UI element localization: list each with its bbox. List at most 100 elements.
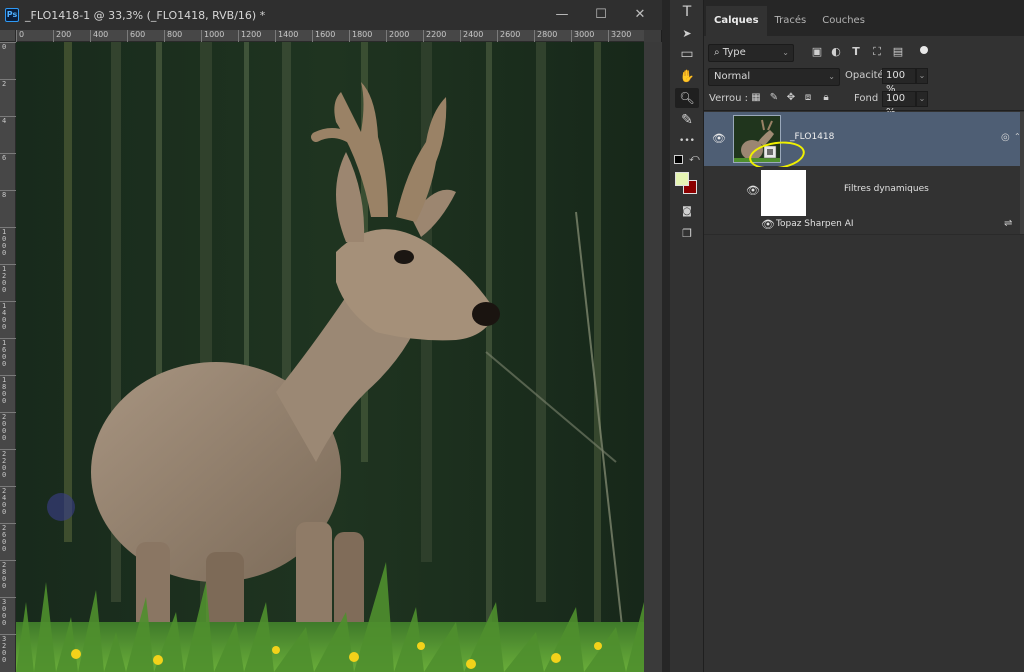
ruler-tick: 0 — [0, 42, 16, 51]
lock-all-icon[interactable]: 🔒︎ — [819, 91, 833, 105]
ruler-tick: 2400 — [460, 30, 483, 42]
ruler-tick: 400 — [90, 30, 108, 42]
layers-empty-area — [704, 234, 1024, 672]
ruler-tick: 2 — [0, 79, 16, 88]
opacity-dropdown[interactable]: ⌄ — [916, 68, 928, 84]
ruler-tick: 3200 — [608, 30, 631, 42]
adjustment-layer-filter-icon[interactable]: ◐ — [829, 45, 843, 59]
swap-colors-icon[interactable]: ⤺ — [689, 153, 700, 164]
ruler-tick: 2600 — [0, 523, 16, 553]
ruler-tick: 1000 — [201, 30, 224, 42]
filter-item-row[interactable]: 👁︎ Topaz Sharpen AI ⇌ — [704, 217, 1020, 233]
pixel-layer-filter-icon[interactable]: ▣ — [810, 45, 824, 59]
foreground-color-swatch[interactable] — [675, 172, 689, 186]
horizontal-ruler[interactable]: 0 200 400 600 800 1000 1200 1400 1600 1800 2000 220… — [16, 30, 644, 42]
hand-tool-icon[interactable]: ✋ — [675, 66, 699, 86]
panel-tabs: Calques Tracés Couches — [704, 0, 1024, 36]
ruler-tick: 2800 — [534, 30, 557, 42]
smart-filter-indicator-icon: ◎ — [1001, 132, 1010, 143]
layers-panel: Calques Tracés Couches ⌕ Type ⌄ ▣ ◐ T ⛶ … — [704, 0, 1024, 672]
fill-input[interactable]: 100 % — [882, 91, 916, 118]
ruler-tick: 1800 — [0, 375, 16, 405]
blend-mode-value: Normal — [714, 71, 751, 82]
ruler-tick: 8 — [0, 190, 16, 199]
edit-toolbar-icon[interactable]: ✎ — [675, 110, 699, 130]
maximize-button[interactable]: ☐ — [593, 7, 609, 23]
tab-calques[interactable]: Calques — [706, 6, 767, 36]
panel-divider — [662, 0, 670, 672]
ruler-tick: 4 — [0, 116, 16, 125]
ruler-tick: 6 — [0, 153, 16, 162]
ruler-tick: 3000 — [0, 597, 16, 627]
ruler-tick: 2800 — [0, 560, 16, 590]
smart-filters-row[interactable]: 👁︎ Filtres dynamiques — [704, 167, 1020, 217]
ruler-tick: 1000 — [0, 227, 16, 257]
chevron-down-icon: ⌄ — [782, 48, 789, 57]
ruler-tick: 1400 — [275, 30, 298, 42]
filter-type-select[interactable]: ⌕ Type ⌄ — [708, 44, 794, 62]
opacity-input[interactable]: 100 % — [882, 68, 916, 95]
zoom-tool-icon[interactable]: 🔍︎ — [675, 88, 699, 108]
tab-couches[interactable]: Couches — [814, 6, 873, 36]
divider — [704, 110, 1024, 111]
eye-icon[interactable]: 👁︎ — [746, 184, 760, 197]
filter-mask-thumbnail[interactable] — [761, 170, 806, 216]
path-selection-tool-icon[interactable]: ➤ — [675, 23, 699, 43]
vertical-ruler[interactable]: 0 2 4 6 8 1000 1200 1400 1600 1800 2000 2200 2400 260… — [0, 42, 16, 672]
tab-traces[interactable]: Tracés — [767, 6, 815, 36]
ruler-tick: 1800 — [349, 30, 372, 42]
image-canvas[interactable] — [16, 42, 644, 672]
lock-label: Verrou : — [709, 93, 749, 104]
screen-mode-icon[interactable]: ❐ — [675, 223, 699, 243]
filter-blending-options-icon[interactable]: ⇌ — [1004, 218, 1012, 229]
chevron-down-icon: ⌄ — [828, 72, 835, 81]
ruler-tick: 2600 — [497, 30, 520, 42]
type-tool-icon[interactable]: T — [675, 2, 699, 22]
vertical-scrollbar[interactable] — [644, 42, 662, 672]
ruler-tick: 800 — [164, 30, 182, 42]
search-icon: ⌕ — [714, 47, 723, 58]
ruler-tick: 2000 — [0, 412, 16, 442]
smart-object-filter-icon[interactable]: ▤ — [891, 45, 905, 59]
filter-item-label: Topaz Sharpen AI — [776, 219, 854, 229]
layer-name[interactable]: _FLO1418 — [790, 132, 834, 142]
eye-icon[interactable]: 👁︎ — [712, 132, 726, 145]
eye-icon[interactable]: 👁︎ — [761, 218, 775, 231]
lock-artboard-icon[interactable]: ⧈ — [801, 91, 815, 105]
ruler-tick: 2200 — [423, 30, 446, 42]
more-tools-icon[interactable]: ••• — [675, 131, 699, 151]
ruler-tick: 2400 — [0, 486, 16, 516]
ruler-tick: 600 — [127, 30, 145, 42]
document-window: Ps _FLO1418-1 @ 33,3% (_FLO1418, RVB/16)… — [0, 0, 662, 672]
filter-toggle[interactable] — [920, 46, 928, 54]
ruler-tick: 0 — [16, 30, 24, 42]
ruler-tick: 1600 — [312, 30, 335, 42]
ruler-tick: 3000 — [571, 30, 594, 42]
ruler-tick: 200 — [53, 30, 71, 42]
layer-row[interactable]: 👁︎ _FLO1418 ◎ ⌃ — [704, 112, 1021, 173]
minimize-button[interactable]: — — [554, 7, 570, 23]
tools-panel: T ➤ ▭ ✋ 🔍︎ ✎ ••• ⤺ ◙ ❐ — [670, 0, 704, 672]
blend-mode-select[interactable]: Normal ⌄ — [708, 68, 840, 86]
ruler-tick: 1600 — [0, 338, 16, 368]
lock-row: Verrou : ▦ ✎ ✥ ⧈ 🔒︎ Fond : 100 % ⌄ — [704, 90, 1024, 118]
ruler-corner[interactable] — [0, 30, 16, 42]
fill-dropdown[interactable]: ⌄ — [916, 91, 928, 107]
blend-row: Normal ⌄ Opacité : 100 % ⌄ — [704, 66, 1024, 95]
lock-transparent-pixels-icon[interactable]: ▦ — [749, 91, 763, 105]
document-titlebar[interactable]: Ps _FLO1418-1 @ 33,3% (_FLO1418, RVB/16)… — [0, 0, 662, 30]
shape-layer-filter-icon[interactable]: ⛶ — [870, 45, 884, 59]
close-button[interactable]: ✕ — [632, 7, 648, 23]
lock-image-pixels-icon[interactable]: ✎ — [767, 91, 781, 105]
panel-scrollbar[interactable] — [1020, 112, 1024, 234]
rectangle-tool-icon[interactable]: ▭ — [675, 44, 699, 64]
quick-mask-icon[interactable]: ◙ — [675, 201, 699, 221]
fill-label: Fond : — [854, 93, 885, 104]
ruler-tick: 2000 — [386, 30, 409, 42]
deer-photo — [16, 42, 644, 672]
photoshop-logo-icon: Ps — [5, 8, 19, 22]
default-colors-icon[interactable] — [674, 155, 683, 164]
lock-position-icon[interactable]: ✥ — [784, 91, 798, 105]
type-layer-filter-icon[interactable]: T — [849, 45, 863, 59]
ruler-tick: 2200 — [0, 449, 16, 479]
